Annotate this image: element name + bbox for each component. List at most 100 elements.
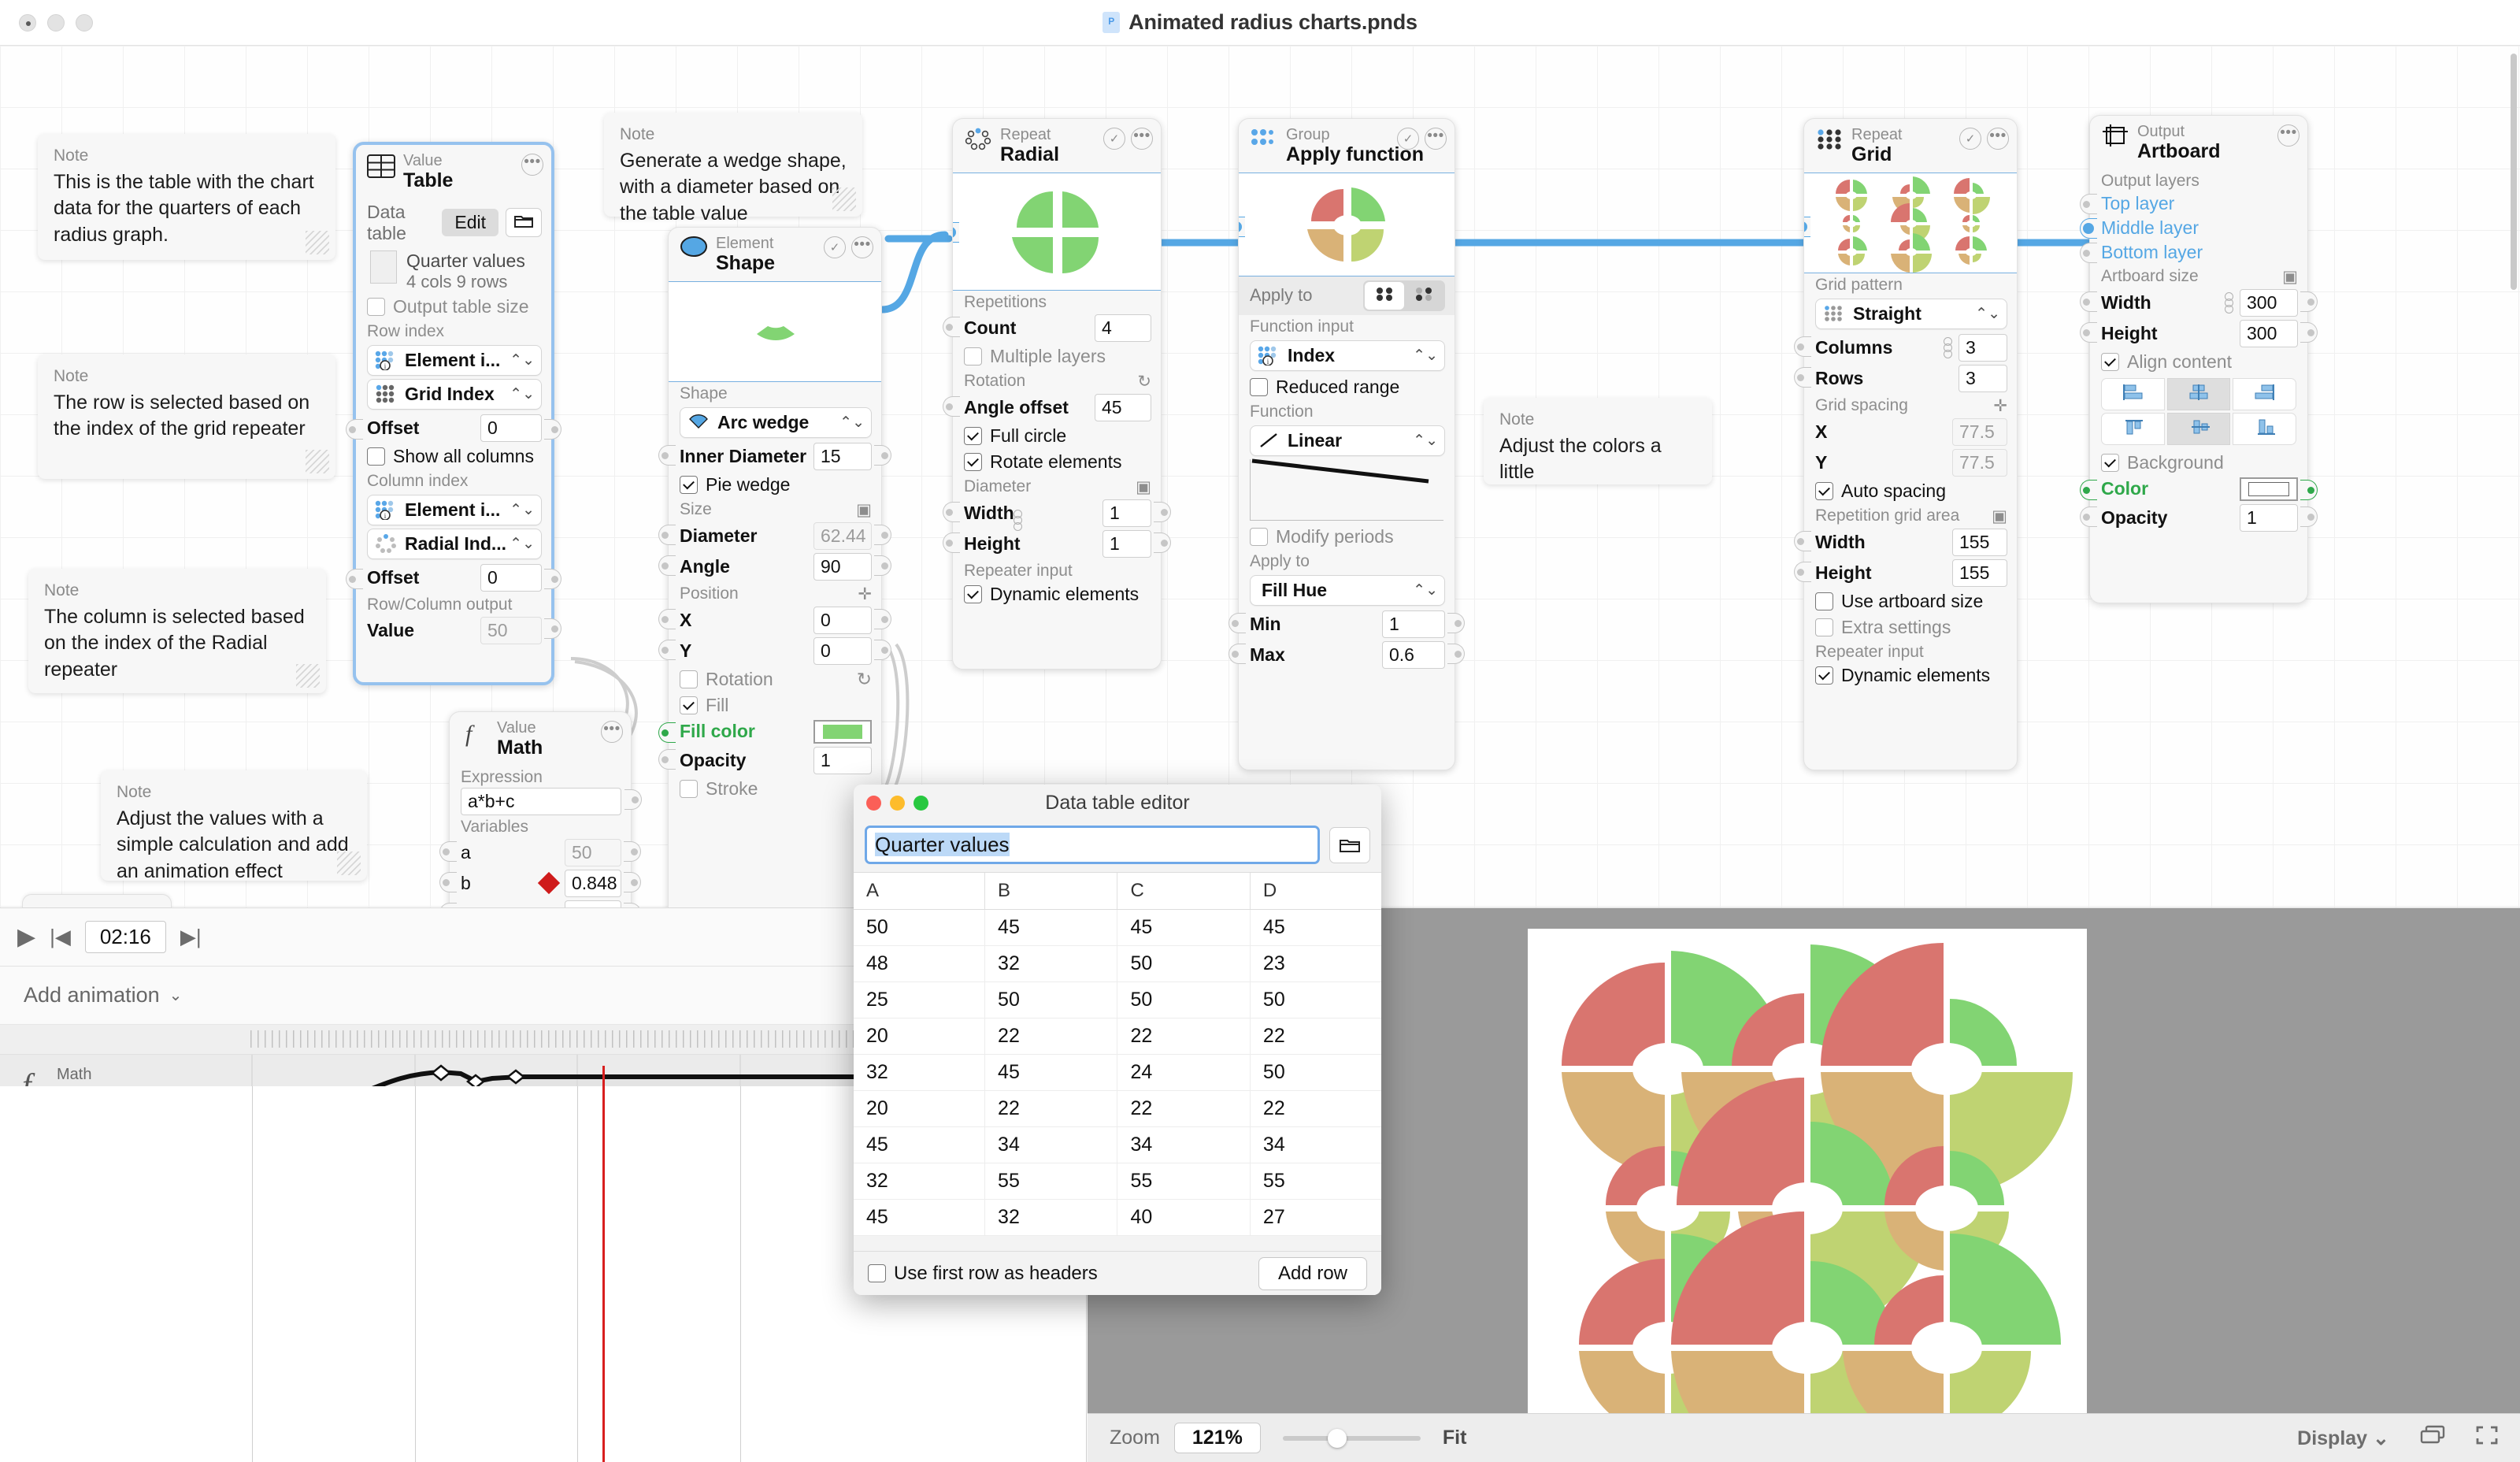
table-row[interactable]: 32 45 24 50 (854, 1054, 1381, 1091)
resize-grip[interactable] (306, 231, 329, 254)
go-to-start-button[interactable]: |◀ (50, 925, 71, 949)
node-repeat-grid[interactable]: Repeat Grid ✓ ••• Grid pattern Straight … (1794, 118, 2018, 770)
zoom-slider-handle[interactable] (1327, 1428, 1347, 1448)
duplicate-window-icon[interactable] (2419, 1425, 2446, 1451)
input-port[interactable] (658, 444, 676, 466)
table-cell[interactable]: 24 (1117, 1054, 1251, 1091)
fit-button[interactable]: Fit (1443, 1427, 1467, 1449)
node-table[interactable]: Value Table ••• Data table Edit Quarter … (346, 142, 561, 685)
table-cell[interactable]: 22 (1250, 1090, 1381, 1127)
node-shape[interactable]: Element Shape ✓ ••• Shape Arc wedge ⌃⌄ I… (658, 227, 891, 907)
checkbox-background[interactable]: Background (2090, 450, 2233, 476)
open-file-button[interactable] (1329, 826, 1370, 863)
table-cell[interactable]: 34 (984, 1126, 1118, 1163)
zoom-value[interactable]: 121% (1173, 1423, 1261, 1453)
go-to-end-button[interactable]: ▶| (180, 925, 202, 949)
resize-grip[interactable] (337, 852, 361, 875)
note-card[interactable]: Note This is the table with the chart da… (38, 134, 335, 260)
input-port[interactable] (2080, 506, 2097, 527)
input-port[interactable] (953, 221, 959, 243)
table-cell[interactable]: 23 (1250, 945, 1381, 982)
input-port[interactable] (439, 840, 457, 862)
table-cell[interactable]: 32 (984, 945, 1118, 982)
output-port[interactable] (2300, 479, 2318, 500)
input-port[interactable] (1794, 366, 1811, 388)
checkbox-show-all-columns[interactable]: Show all columns (356, 443, 543, 469)
link-wh-icon[interactable] (2225, 291, 2233, 314)
variable-value[interactable]: 0.848 (565, 869, 621, 897)
dialog-close-button[interactable] (866, 795, 881, 811)
output-port[interactable] (624, 871, 641, 892)
table-cell[interactable]: 45 (854, 1199, 986, 1236)
checkbox-fill[interactable]: Fill (669, 692, 738, 718)
table-cell[interactable]: 45 (854, 1126, 986, 1163)
link-wh-icon[interactable] (1014, 509, 1022, 531)
table-cell[interactable]: 40 (1117, 1199, 1251, 1236)
apply-to-all-button[interactable] (1365, 281, 1404, 310)
output-port[interactable] (874, 555, 891, 576)
min-value[interactable]: 1 (1382, 610, 1445, 638)
background-color-swatch[interactable] (2240, 477, 2298, 501)
select-apply-to-property[interactable]: Fill Hue ⌃⌄ (1250, 574, 1445, 606)
current-time-field[interactable]: 02:16 (84, 921, 166, 953)
input-port[interactable] (658, 608, 676, 629)
output-port[interactable] (624, 789, 642, 810)
table-name-input[interactable]: Quarter values (865, 826, 1320, 864)
row-offset-value[interactable]: 0 (480, 414, 542, 442)
input-port[interactable] (658, 524, 676, 545)
checkbox-reduced-range[interactable]: Reduced range (1239, 374, 1409, 400)
node-enable-toggle[interactable]: ✓ (1103, 128, 1125, 150)
keyframe-diamond-icon[interactable] (537, 872, 561, 895)
table-cell[interactable]: 45 (1250, 909, 1381, 946)
align-left-button[interactable] (2101, 377, 2165, 410)
table-cell[interactable]: 50 (1117, 945, 1251, 982)
select-grid-pattern[interactable]: Straight ⌃⌄ (1815, 298, 2007, 329)
output-port[interactable] (1447, 612, 1465, 633)
link-cols-rows-icon[interactable] (1944, 336, 1952, 358)
node-menu-button[interactable]: ••• (1987, 128, 2009, 150)
table-cell[interactable]: 55 (1117, 1163, 1251, 1200)
table-cell[interactable]: 50 (854, 909, 986, 946)
variable-value[interactable]: 50 (565, 838, 621, 866)
input-port[interactable] (439, 871, 457, 892)
table-cell[interactable]: 34 (1117, 1126, 1251, 1163)
table-row[interactable]: 45 32 40 27 (854, 1199, 1381, 1236)
input-port[interactable] (943, 316, 960, 337)
output-port[interactable] (2300, 291, 2318, 312)
checkbox-auto-spacing[interactable]: Auto spacing (1804, 478, 1955, 504)
y-value[interactable]: 0 (813, 636, 872, 665)
input-port[interactable] (943, 532, 960, 553)
rotate-icon[interactable]: ↻ (857, 669, 872, 690)
size-link-icon[interactable]: ▣ (2282, 267, 2298, 287)
input-port[interactable] (346, 568, 363, 589)
checkbox-use-artboard-size[interactable]: Use artboard size (1804, 588, 1992, 614)
input-port[interactable] (1794, 336, 1811, 357)
input-port[interactable] (2080, 193, 2097, 214)
input-port[interactable] (2080, 479, 2097, 500)
table-cell[interactable]: 22 (984, 1018, 1118, 1055)
resize-grip[interactable] (296, 664, 320, 688)
move-tool-icon[interactable]: ✛ (858, 584, 872, 604)
table-row[interactable]: 20 22 22 22 (854, 1018, 1381, 1055)
opacity-value[interactable]: 1 (813, 746, 872, 774)
add-icon[interactable]: ✛ (1993, 396, 2007, 416)
artboard-width-value[interactable]: 300 (2240, 288, 2298, 317)
height-value[interactable]: 1 (1102, 529, 1151, 558)
table-cell[interactable]: 50 (1117, 981, 1251, 1019)
checkbox-rotation[interactable]: Rotation ↻ (669, 666, 881, 692)
output-port[interactable] (874, 608, 891, 629)
table-cell[interactable]: 22 (1250, 1018, 1381, 1055)
input-port[interactable] (658, 555, 676, 576)
tab-animation[interactable]: Animation (22, 894, 172, 907)
node-apply-function[interactable]: Group Apply function ✓ ••• Apply to Func… (1228, 118, 1465, 770)
size-link-icon[interactable]: ▣ (1136, 477, 1151, 497)
checkbox-use-first-row-as-headers[interactable]: Use first row as headers (868, 1263, 1098, 1285)
select-row-index-target[interactable]: Grid Index ⌃⌄ (367, 378, 542, 410)
output-port[interactable] (624, 840, 641, 862)
table-cell[interactable]: 48 (854, 945, 986, 982)
select-column-index-source[interactable]: i Element i... ⌃⌄ (367, 494, 542, 525)
rows-value[interactable]: 3 (1959, 364, 2007, 392)
table-cell[interactable]: 27 (1250, 1199, 1381, 1236)
table-cell[interactable]: 20 (854, 1018, 986, 1055)
node-menu-button[interactable]: ••• (1425, 128, 1447, 150)
